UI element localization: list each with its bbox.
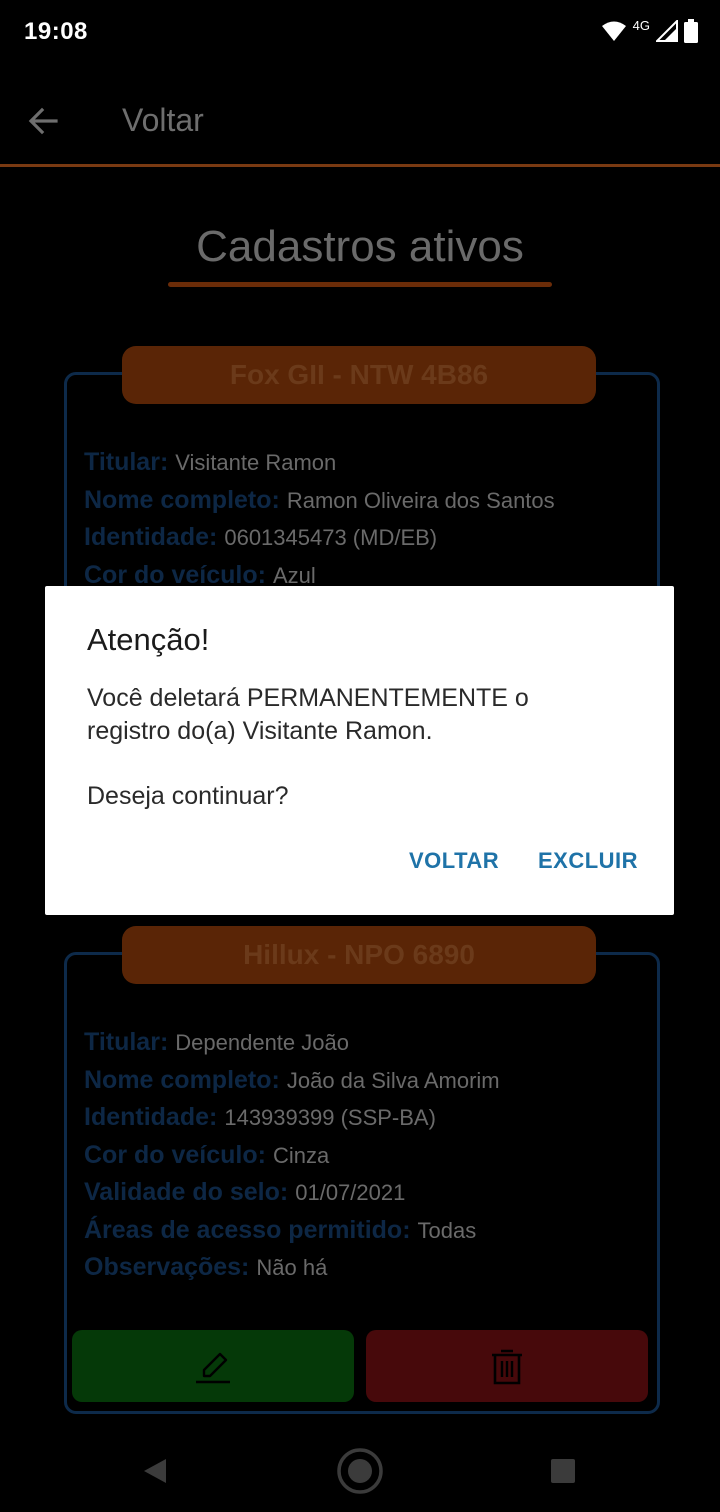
dialog-cancel-button[interactable]: VOLTAR	[409, 848, 499, 874]
dialog-message: Você deletará PERMANENTEMENTE o registro…	[87, 684, 529, 745]
dialog-confirm-button[interactable]: EXCLUIR	[538, 848, 638, 874]
dialog-question: Deseja continuar?	[87, 782, 289, 810]
confirm-delete-dialog: Atenção! Você deletará PERMANENTEMENTE o…	[45, 586, 674, 915]
dialog-title: Atenção!	[87, 622, 210, 657]
